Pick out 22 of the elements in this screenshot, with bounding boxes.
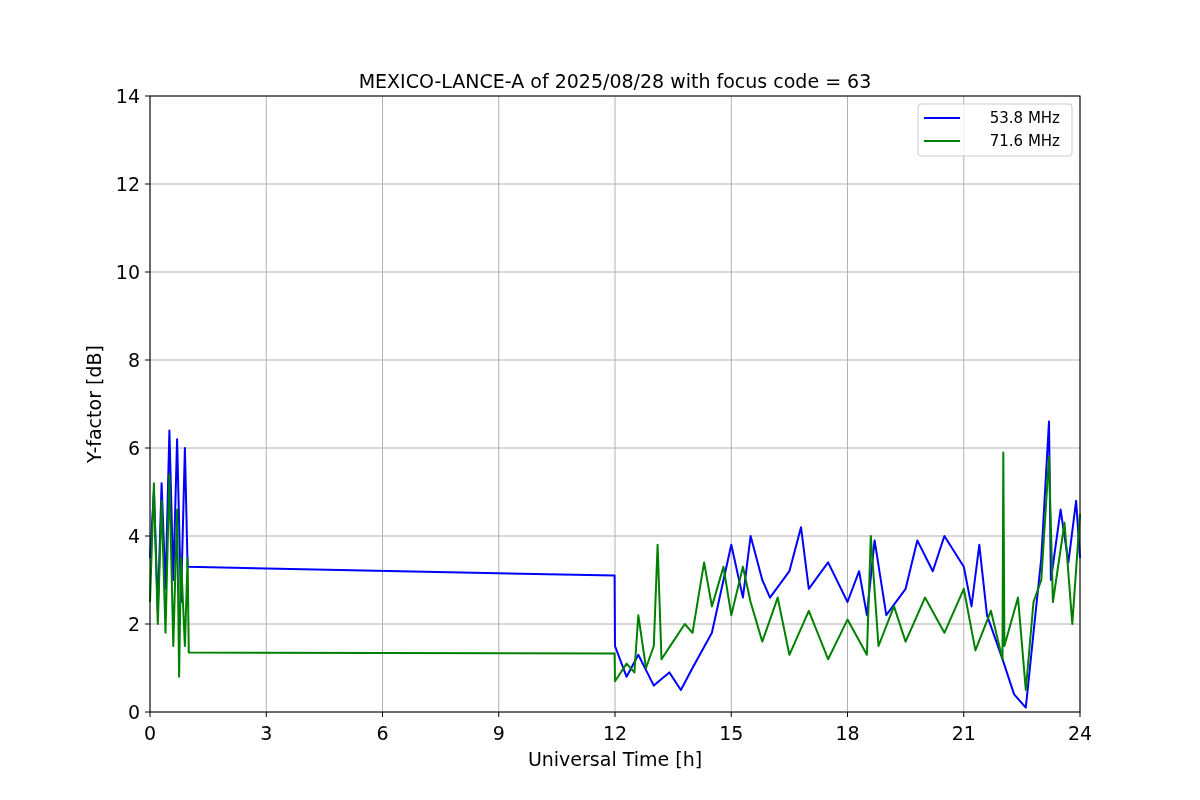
x-tick-label: 15 bbox=[719, 722, 744, 744]
x-tick-label: 6 bbox=[376, 722, 389, 744]
x-tick-label: 9 bbox=[492, 722, 505, 744]
legend-label: 53.8 MHz bbox=[989, 109, 1060, 127]
chart-title: MEXICO-LANCE-A of 2025/08/28 with focus code = 63 bbox=[358, 70, 872, 92]
x-tick-label: 24 bbox=[1067, 722, 1093, 744]
x-tick-label: 21 bbox=[951, 722, 976, 744]
y-tick-label: 2 bbox=[127, 613, 140, 635]
y-tick-label: 12 bbox=[115, 173, 140, 195]
y-tick-label: 8 bbox=[127, 349, 140, 371]
x-tick-label: 18 bbox=[835, 722, 860, 744]
y-tick-label: 4 bbox=[127, 525, 140, 547]
x-tick-label: 3 bbox=[260, 722, 273, 744]
x-tick-label: 0 bbox=[143, 722, 157, 744]
y-axis-label: Y-factor [dB] bbox=[83, 345, 105, 463]
y-tick-label: 14 bbox=[115, 85, 140, 107]
x-axis-label: Universal Time [h] bbox=[527, 748, 703, 770]
y-tick-label: 10 bbox=[115, 261, 140, 283]
legend-label: 71.6 MHz bbox=[989, 132, 1060, 150]
x-tick-label: 12 bbox=[602, 722, 628, 744]
y-tick-label: 6 bbox=[127, 437, 140, 459]
y-tick-label: 0 bbox=[127, 701, 140, 723]
